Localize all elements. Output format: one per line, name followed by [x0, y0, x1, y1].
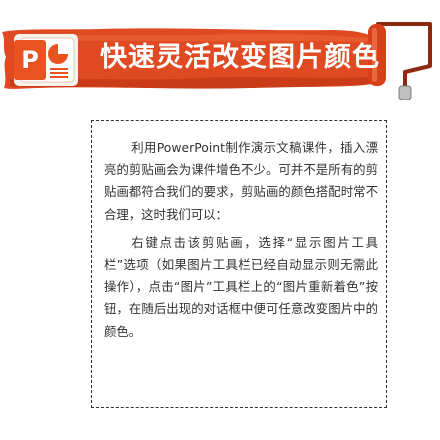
- article-textbox: 利用PowerPoint制作演示文稿课件，插入漂亮的剪贴画会为课件增色不少。可并…: [91, 120, 387, 408]
- page-title: 快速灵活改变图片颜色: [100, 42, 380, 73]
- powerpoint-logo-icon: P: [21, 46, 39, 74]
- steps-paragraph: 右键点击该剪贴画，选择“显示图片工具栏”选项（如果图片工具栏已经自动显示则无需此…: [104, 234, 378, 339]
- intro-paragraph: 利用PowerPoint制作演示文稿课件，插入漂亮的剪贴画会为课件增色不少。可并…: [104, 140, 378, 222]
- title-banner: P 快速灵活改变图片颜色: [0, 22, 440, 100]
